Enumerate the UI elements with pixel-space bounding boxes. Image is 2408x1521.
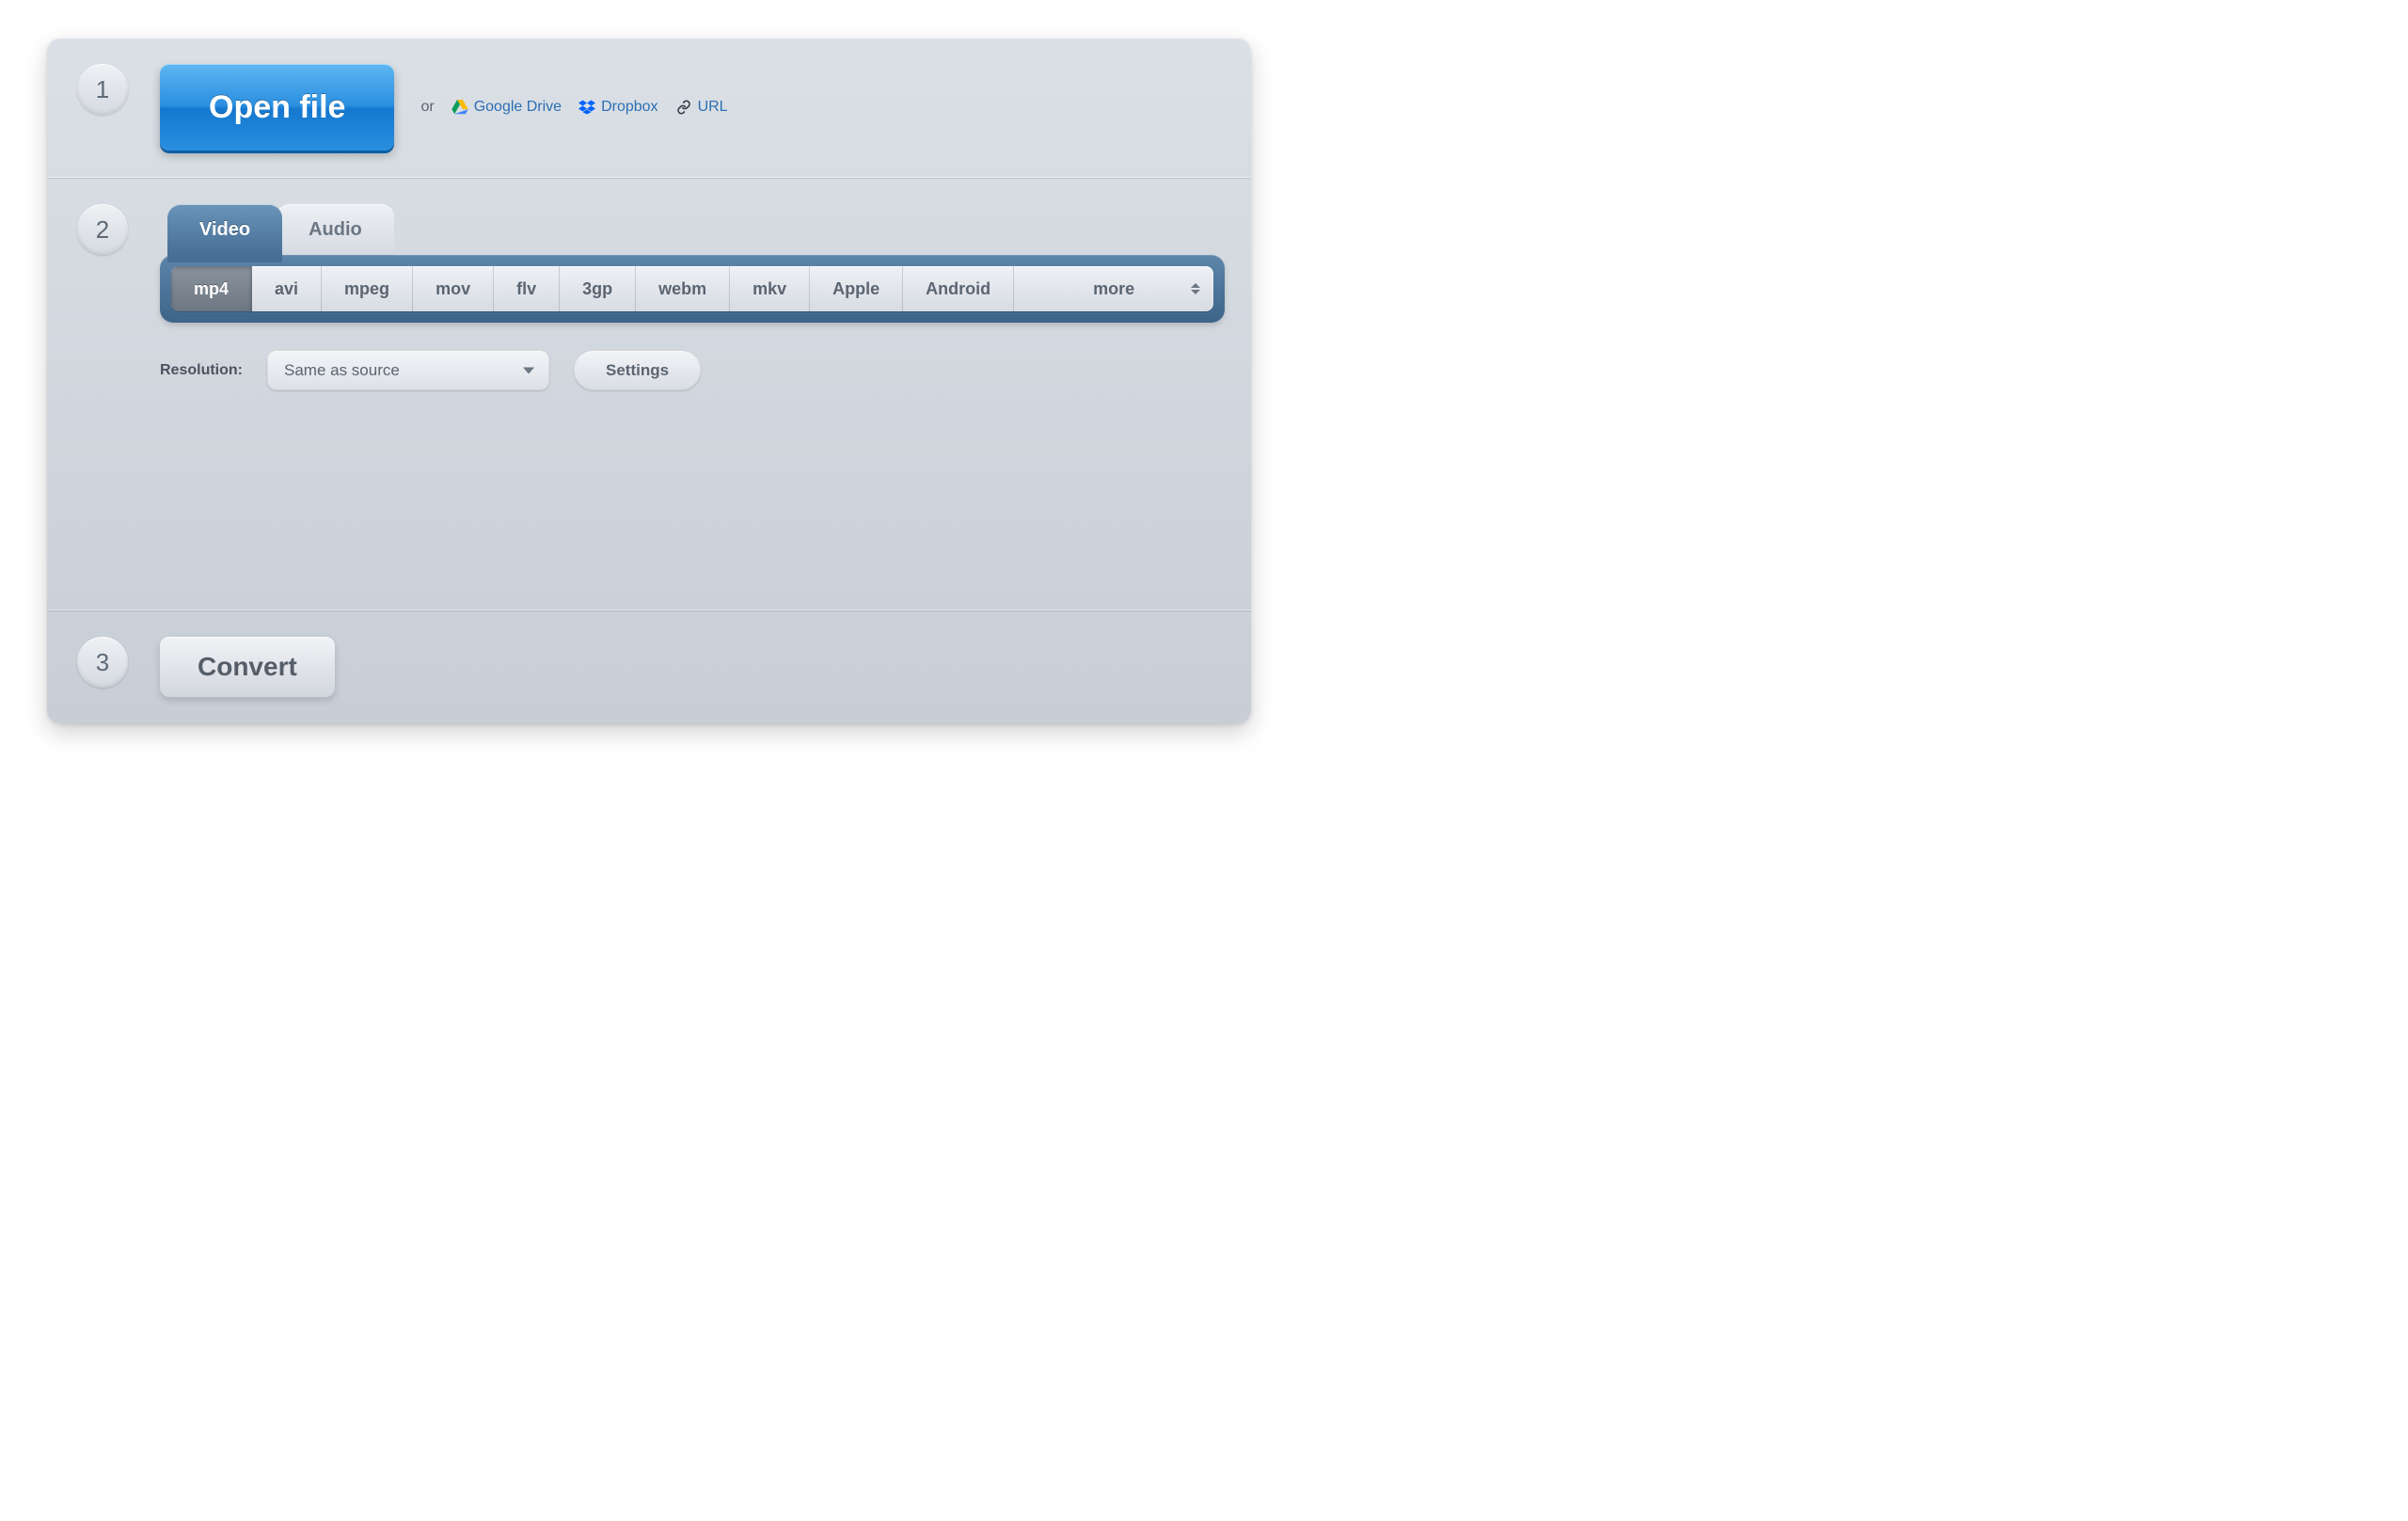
google-drive-icon bbox=[452, 100, 468, 115]
resolution-label: Resolution: bbox=[160, 362, 243, 379]
tab-audio[interactable]: Audio bbox=[277, 204, 394, 255]
alt-sources: or Google Drive bbox=[420, 99, 727, 116]
step-2-section: 2 Video Audio mp4avimpegmovflv3gpwebmmkv… bbox=[47, 177, 1251, 610]
step-1-row: Open file or Google Drive bbox=[160, 64, 1225, 151]
sort-arrows-icon bbox=[1191, 283, 1200, 294]
resolution-dropdown[interactable]: Same as source bbox=[267, 351, 549, 390]
format-apple[interactable]: Apple bbox=[810, 266, 903, 311]
format-mov[interactable]: mov bbox=[413, 266, 494, 311]
step-1-section: 1 Open file or Google Drive bbox=[47, 38, 1251, 177]
tab-video[interactable]: Video bbox=[167, 204, 282, 255]
link-icon bbox=[675, 100, 692, 115]
format-mpeg[interactable]: mpeg bbox=[322, 266, 413, 311]
convert-button[interactable]: Convert bbox=[160, 637, 335, 697]
source-dropbox[interactable]: Dropbox bbox=[578, 99, 657, 116]
resolution-row: Resolution: Same as source Settings bbox=[160, 351, 1225, 390]
format-mp4[interactable]: mp4 bbox=[171, 266, 252, 311]
tab-strip: Video Audio bbox=[160, 204, 1225, 255]
step-badge-3: 3 bbox=[77, 637, 128, 688]
settings-button[interactable]: Settings bbox=[574, 351, 701, 390]
converter-panel: 1 Open file or Google Drive bbox=[47, 38, 1251, 723]
or-label: or bbox=[420, 99, 434, 116]
format-bar: mp4avimpegmovflv3gpwebmmkvAppleAndroidmo… bbox=[160, 255, 1225, 323]
format-webm[interactable]: webm bbox=[636, 266, 730, 311]
format-tabs: Video Audio mp4avimpegmovflv3gpwebmmkvAp… bbox=[160, 204, 1225, 323]
step-badge-2: 2 bbox=[77, 204, 128, 255]
source-url-label: URL bbox=[698, 99, 728, 116]
format-android[interactable]: Android bbox=[903, 266, 1014, 311]
step-3-section: 3 Convert bbox=[47, 610, 1251, 723]
format-more[interactable]: more bbox=[1014, 266, 1213, 311]
dropbox-icon bbox=[578, 100, 595, 115]
format-button-row: mp4avimpegmovflv3gpwebmmkvAppleAndroidmo… bbox=[171, 266, 1213, 311]
source-google-drive[interactable]: Google Drive bbox=[452, 99, 562, 116]
format-3gp[interactable]: 3gp bbox=[560, 266, 636, 311]
format-mkv[interactable]: mkv bbox=[730, 266, 810, 311]
step-badge-1: 1 bbox=[77, 64, 128, 115]
format-avi[interactable]: avi bbox=[252, 266, 322, 311]
open-file-button[interactable]: Open file bbox=[160, 64, 394, 151]
format-flv[interactable]: flv bbox=[494, 266, 560, 311]
source-dropbox-label: Dropbox bbox=[601, 99, 657, 116]
source-google-drive-label: Google Drive bbox=[474, 99, 562, 116]
source-url[interactable]: URL bbox=[675, 99, 728, 116]
